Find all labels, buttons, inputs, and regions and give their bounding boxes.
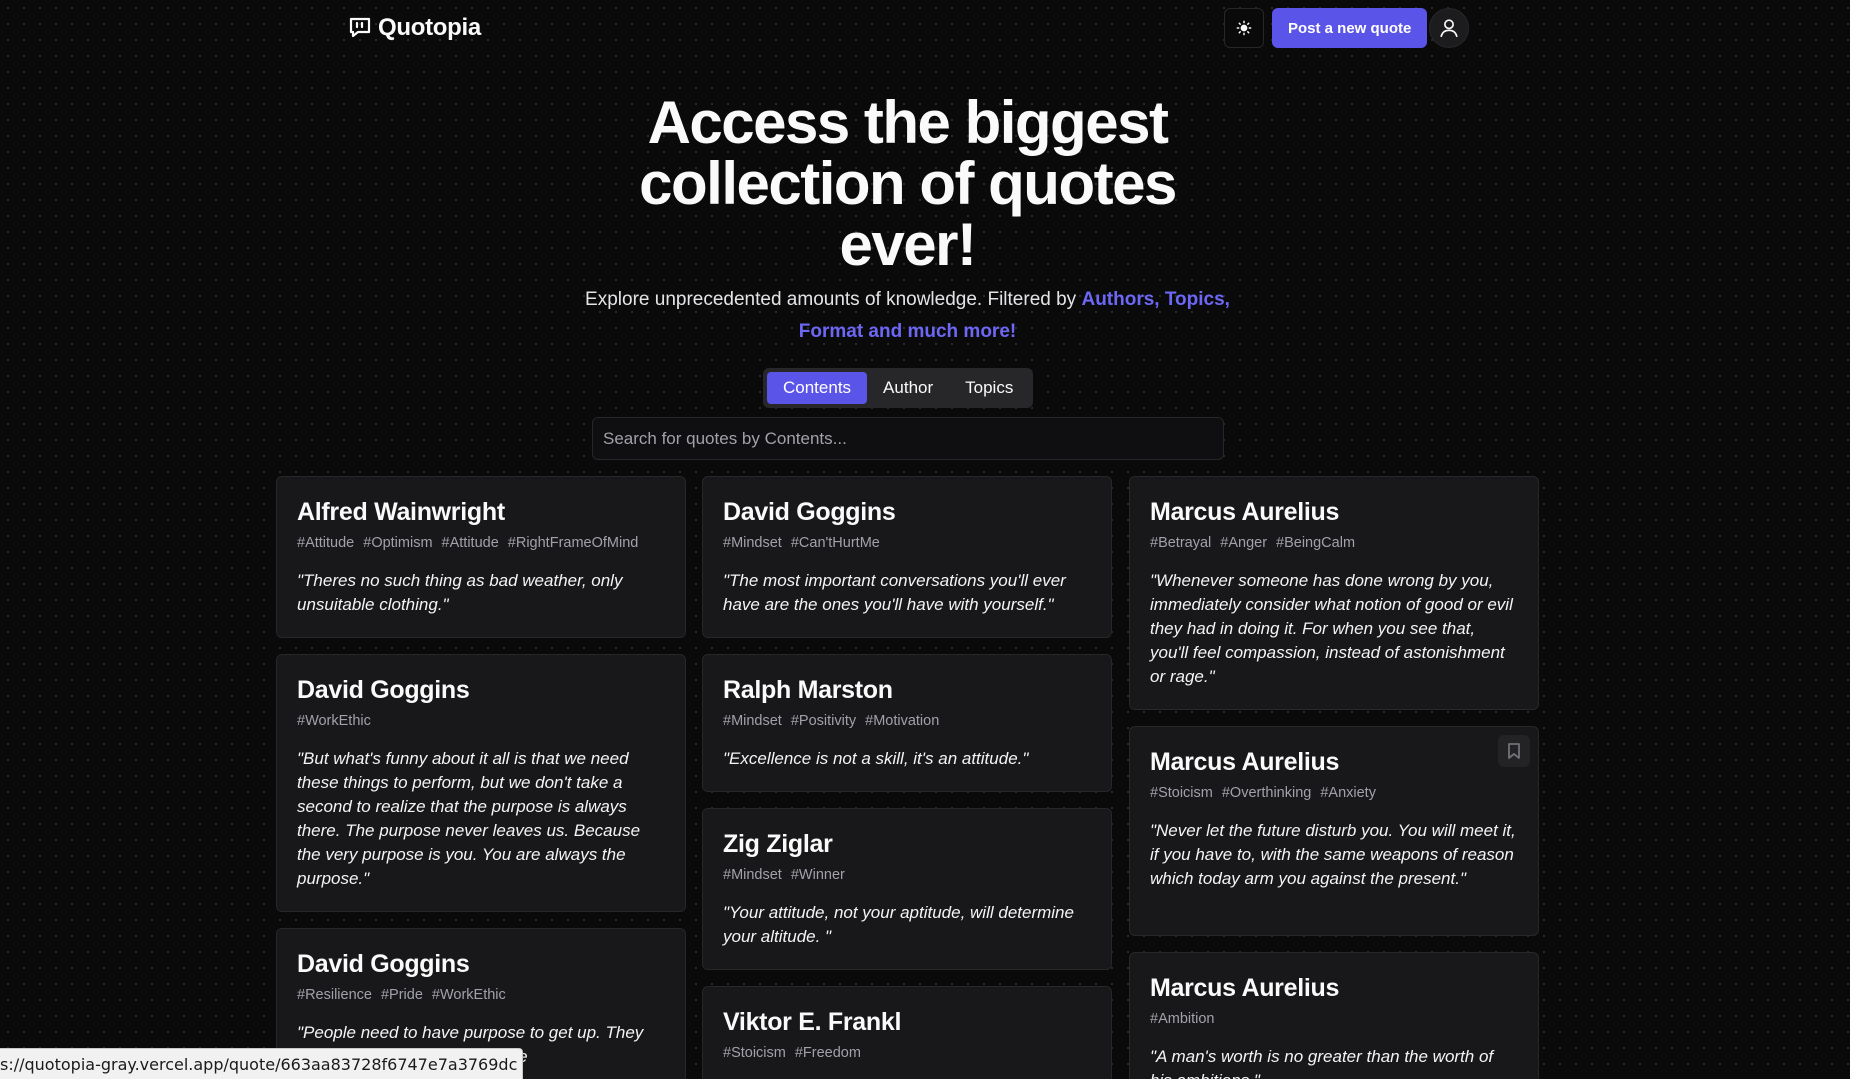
quote-card[interactable]: David Goggins #WorkEthic "But what's fun… — [276, 654, 686, 912]
tag[interactable]: #Mindset — [723, 867, 782, 883]
quote-text: "Your attitude, not your aptitude, will … — [723, 903, 1074, 946]
tab-author[interactable]: Author — [867, 372, 949, 404]
quote-text: "But what's funny about it all is that w… — [297, 749, 641, 888]
tag[interactable]: #Betrayal — [1150, 535, 1211, 551]
quote-author[interactable]: Ralph Marston — [723, 675, 1091, 705]
tag-list: #Stoicism #Freedom — [723, 1045, 1091, 1061]
quote-text: "A man's worth is no greater than the wo… — [1150, 1047, 1494, 1079]
user-icon — [1440, 19, 1458, 38]
tag[interactable]: #Winner — [791, 867, 845, 883]
quote-text: "Whenever someone has done wrong by you,… — [1150, 571, 1513, 686]
quote-author[interactable]: Alfred Wainwright — [297, 497, 665, 527]
tag[interactable]: #Stoicism — [723, 1045, 786, 1061]
theme-toggle-button[interactable] — [1224, 8, 1264, 48]
tab-contents[interactable]: Contents — [767, 372, 868, 404]
quote-author[interactable]: Viktor E. Frankl — [723, 1007, 1091, 1037]
hero-subtitle-text: Explore unprecedented amounts of knowled… — [585, 289, 1082, 310]
quote-author[interactable]: Marcus Aurelius — [1150, 973, 1518, 1003]
quote-author[interactable]: Zig Ziglar — [723, 829, 1091, 859]
quote-text: "Theres no such thing as bad weather, on… — [297, 571, 623, 614]
quote-author[interactable]: David Goggins — [297, 675, 665, 705]
browser-status-url: s://quotopia-gray.vercel.app/quote/663aa… — [0, 1048, 523, 1079]
tag[interactable]: #Anxiety — [1320, 785, 1376, 801]
logo[interactable]: Quotopia — [348, 14, 481, 42]
tag-list: #Mindset #Can'tHurtMe — [723, 535, 1091, 551]
post-new-quote-button[interactable]: Post a new quote — [1272, 8, 1428, 48]
search-input[interactable] — [592, 417, 1224, 460]
search-mode-tabs: Contents Author Topics — [763, 368, 1034, 408]
tag[interactable]: #Mindset — [723, 535, 782, 551]
tag[interactable]: #Overthinking — [1222, 785, 1311, 801]
sun-icon — [1236, 20, 1252, 36]
tag[interactable]: #WorkEthic — [297, 713, 371, 729]
tag[interactable]: #Optimism — [363, 535, 432, 551]
quote-card[interactable]: Marcus Aurelius #Ambition "A man's worth… — [1129, 952, 1539, 1079]
quote-author[interactable]: Marcus Aurelius — [1150, 497, 1518, 527]
quote-card[interactable]: Alfred Wainwright #Attitude #Optimism #A… — [276, 476, 686, 638]
tag[interactable]: #Can'tHurtMe — [791, 535, 880, 551]
tag[interactable]: #WorkEthic — [432, 987, 506, 1003]
tag[interactable]: #Motivation — [865, 713, 939, 729]
tab-topics[interactable]: Topics — [949, 372, 1029, 404]
tag[interactable]: #Ambition — [1150, 1011, 1214, 1027]
tag[interactable]: #Freedom — [795, 1045, 861, 1061]
tag[interactable]: #RightFrameOfMind — [508, 535, 639, 551]
tag-list: #Mindset #Positivity #Motivation — [723, 713, 1091, 729]
hero-title: Access the biggest collection of quotes … — [639, 89, 1177, 278]
tag[interactable]: #BeingCalm — [1276, 535, 1355, 551]
quote-card[interactable]: David Goggins #Mindset #Can'tHurtMe "The… — [702, 476, 1112, 638]
tag-list: #Attitude #Optimism #Attitude #RightFram… — [297, 535, 665, 551]
tag[interactable]: #Mindset — [723, 713, 782, 729]
quote-card[interactable]: Zig Ziglar #Mindset #Winner "Your attitu… — [702, 808, 1112, 970]
tag[interactable]: #Pride — [381, 987, 423, 1003]
tag[interactable]: #Stoicism — [1150, 785, 1213, 801]
tag-list: #Stoicism #Overthinking #Anxiety — [1150, 785, 1518, 801]
bookmark-button[interactable] — [1498, 735, 1530, 767]
quote-card[interactable]: Marcus Aurelius #Betrayal #Anger #BeingC… — [1129, 476, 1539, 710]
tag-list: #Mindset #Winner — [723, 867, 1091, 883]
quote-text: "The most important conversations you'll… — [723, 571, 1066, 614]
quote-author[interactable]: Marcus Aurelius — [1150, 747, 1518, 777]
tag-list: #Betrayal #Anger #BeingCalm — [1150, 535, 1518, 551]
quote-card[interactable]: Viktor E. Frankl #Stoicism #Freedom — [702, 986, 1112, 1079]
user-avatar-button[interactable] — [1429, 8, 1469, 48]
tag-list: #WorkEthic — [297, 713, 665, 729]
tag[interactable]: #Attitude — [442, 535, 499, 551]
hero-subtitle: Explore unprecedented amounts of knowled… — [565, 284, 1250, 348]
tag-list: #Ambition — [1150, 1011, 1518, 1027]
tag[interactable]: #Attitude — [297, 535, 354, 551]
quote-author[interactable]: David Goggins — [723, 497, 1091, 527]
quote-text: "Excellence is not a skill, it's an atti… — [723, 749, 1029, 768]
bookmark-icon — [1508, 743, 1520, 759]
quote-card[interactable]: Ralph Marston #Mindset #Positivity #Moti… — [702, 654, 1112, 792]
quote-text: "Never let the future disturb you. You w… — [1150, 821, 1516, 888]
logo-text: Quotopia — [378, 14, 481, 41]
quote-card[interactable]: Marcus Aurelius #Stoicism #Overthinking … — [1129, 726, 1539, 936]
quote-bubble-icon — [349, 17, 371, 38]
tag[interactable]: #Anger — [1220, 535, 1267, 551]
quote-author[interactable]: David Goggins — [297, 949, 665, 979]
tag[interactable]: #Resilience — [297, 987, 372, 1003]
tag[interactable]: #Positivity — [791, 713, 856, 729]
tag-list: #Resilience #Pride #WorkEthic — [297, 987, 665, 1003]
